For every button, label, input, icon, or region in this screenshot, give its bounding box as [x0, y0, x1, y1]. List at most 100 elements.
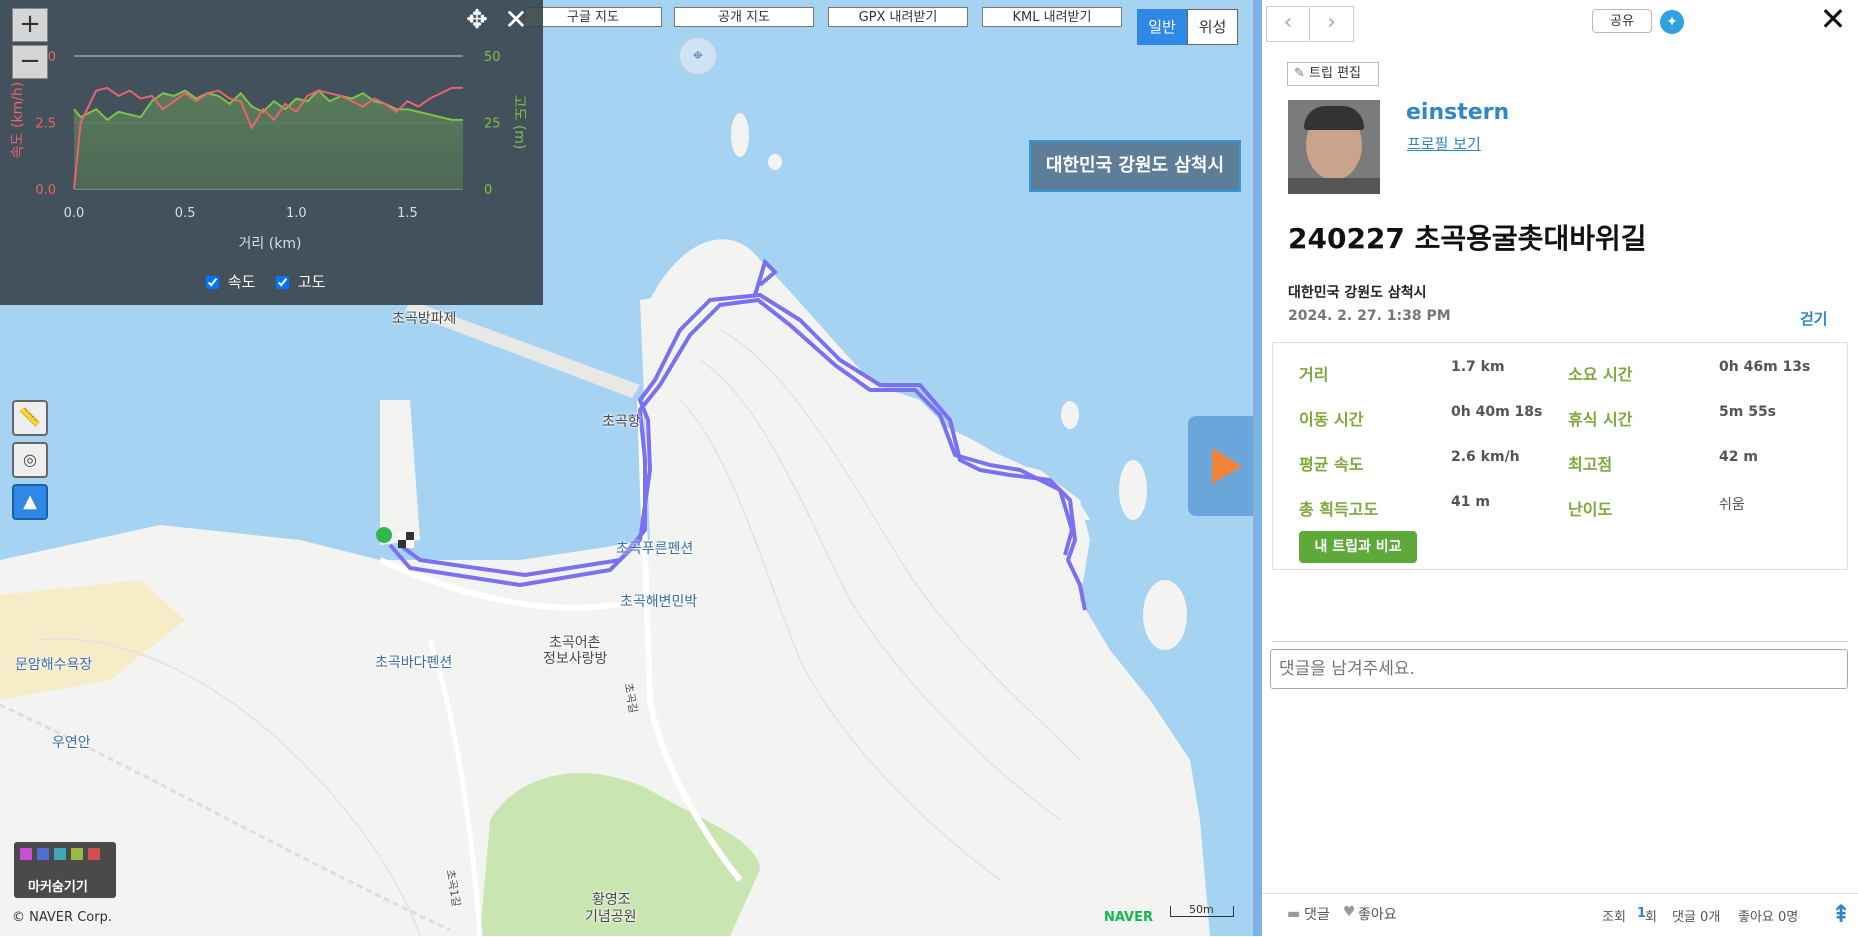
stat-duration-label: 소요 시간: [1568, 365, 1633, 384]
panel-toggle-button[interactable]: [1188, 416, 1256, 516]
compare-trip-button[interactable]: 내 트립과 비교: [1299, 531, 1417, 563]
map-copyright: © NAVER Corp.: [12, 910, 112, 925]
google-map-button[interactable]: 구글 지도: [524, 7, 662, 27]
y-right-tick-label: 0: [484, 183, 492, 198]
legend-speed[interactable]: 속도: [206, 271, 255, 292]
elevation-chart-toggle-button[interactable]: ▲: [12, 484, 48, 520]
stat-duration-value: 0h 46m 13s: [1719, 359, 1811, 375]
x-tick-label: 1.5: [397, 206, 418, 221]
x-axis-label: 거리 (km): [239, 236, 302, 252]
poi-label: 정보사랑방: [543, 651, 608, 667]
pencil-icon: ✎: [1294, 66, 1305, 81]
views-unit: 회: [1645, 910, 1657, 925]
locate-icon[interactable]: ⌖: [679, 37, 717, 75]
comment-input[interactable]: [1270, 649, 1848, 689]
move-icon[interactable]: ✥: [461, 4, 493, 36]
likes-count: 좋아요 0명: [1738, 910, 1799, 925]
next-trip-button[interactable]: ›: [1310, 6, 1354, 42]
kml-download-button[interactable]: KML 내려받기: [982, 7, 1122, 27]
play-icon: [1212, 448, 1242, 484]
ruler-tool-button[interactable]: 📏: [12, 400, 48, 436]
poi-label: 문암해수욕장: [15, 657, 93, 673]
close-icon[interactable]: ✕: [1816, 2, 1850, 36]
y-right-tick-label: 25: [484, 117, 501, 132]
scale-bar: 50m: [1170, 903, 1234, 917]
stat-distance-value: 1.7 km: [1451, 359, 1505, 375]
edit-trip-label: 트립 편집: [1309, 66, 1362, 81]
area-tool-button[interactable]: ◎: [12, 442, 48, 478]
stat-elevation-gain-value: 41 m: [1451, 494, 1490, 510]
area-icon: ◎: [23, 450, 37, 469]
elevation-chart-panel: 5.02.50.0502500.00.51.01.5 속도 (km/h) 고도 …: [0, 0, 543, 305]
zoom-out-button[interactable]: −: [12, 45, 48, 79]
legend-speed-label: 속도: [227, 273, 256, 291]
profile-link[interactable]: 프로필 보기: [1407, 133, 1481, 154]
poi-label: 초곡푸른펜션: [616, 541, 694, 557]
ruler-icon: 📏: [18, 407, 42, 428]
region-label: 대한민국 강원도 삼척시: [1029, 140, 1241, 192]
marker-hide-label: 마커숨기기: [28, 880, 88, 895]
mountain-icon: ▲: [23, 491, 37, 512]
trip-title: 240227 초곡용굴촛대바위길: [1288, 222, 1647, 255]
divider-line: [1272, 641, 1848, 642]
naver-logo: NAVER: [1104, 910, 1154, 925]
poi-label: 기념공원: [585, 909, 637, 925]
edit-trip-button[interactable]: ✎ 트립 편집: [1287, 62, 1379, 86]
close-chart-icon[interactable]: ✕: [500, 4, 532, 36]
panel-divider[interactable]: [1253, 0, 1262, 936]
trip-datetime: 2024. 2. 27. 1:38 PM: [1288, 308, 1451, 324]
poi-label: 초곡항: [602, 414, 641, 430]
stat-elevation-gain-label: 총 획득고도: [1299, 500, 1379, 519]
marker-icons: [20, 848, 100, 860]
chevron-right-icon: ›: [1327, 10, 1336, 35]
y-left-tick-label: 0.0: [35, 183, 56, 198]
start-marker: [376, 527, 392, 543]
heart-icon[interactable]: ♥: [1343, 904, 1356, 920]
stat-rest-time-label: 휴식 시간: [1568, 410, 1633, 429]
poi-label: 초곡해변민박: [620, 594, 698, 610]
stat-max-elevation-value: 42 m: [1719, 449, 1758, 465]
stats-box: 거리 1.7 km 소요 시간 0h 46m 13s 이동 시간 0h 40m …: [1272, 342, 1848, 570]
legend-elevation[interactable]: 고도: [276, 271, 325, 292]
public-map-button[interactable]: 공개 지도: [674, 7, 814, 27]
poi-label: 초곡방파제: [392, 311, 457, 327]
elevation-speed-chart: 5.02.50.0502500.00.51.01.5 속도 (km/h) 고도 …: [10, 50, 527, 252]
username[interactable]: einstern: [1406, 100, 1509, 125]
x-tick-label: 0.5: [175, 206, 196, 221]
gpx-download-button[interactable]: GPX 내려받기: [828, 7, 968, 27]
trip-detail-panel: ‹ › 공유 ✦ ✕ ✎ 트립 편집 einstern 프로필 보기 24022…: [1262, 0, 1858, 936]
poi-label: 우연안: [52, 735, 91, 751]
legend-elevation-label: 고도: [297, 273, 326, 291]
map-type-normal-button[interactable]: 일반: [1137, 9, 1187, 45]
footer-bar: ▬ 댓글 ♥ 좋아요 조회 1 회 댓글 0개 좋아요 0명 ⇞: [1262, 893, 1858, 937]
stat-avg-speed-label: 평균 속도: [1299, 455, 1364, 474]
x-tick-label: 1.0: [286, 206, 307, 221]
prev-trip-button[interactable]: ‹: [1266, 6, 1310, 42]
stat-distance-label: 거리: [1299, 365, 1329, 384]
y-axis-right-label: 고도 (m): [511, 95, 527, 150]
comment-icon[interactable]: ▬: [1287, 906, 1300, 922]
stat-difficulty-label: 난이도: [1568, 500, 1613, 519]
scale-label: 50m: [1189, 903, 1214, 916]
map-type-satellite-button[interactable]: 위성: [1187, 9, 1238, 45]
scroll-top-icon[interactable]: ⇞: [1828, 900, 1854, 928]
y-left-tick-label: 2.5: [35, 117, 56, 132]
marker-hide-control[interactable]: 마커숨기기: [14, 842, 116, 898]
activity-type[interactable]: 걷기: [1800, 308, 1828, 329]
footer-comment-link[interactable]: 댓글: [1304, 904, 1330, 924]
avatar[interactable]: [1288, 100, 1380, 194]
speed-checkbox[interactable]: [206, 276, 219, 289]
stat-moving-time-value: 0h 40m 18s: [1451, 404, 1543, 420]
chevron-left-icon: ‹: [1283, 10, 1293, 35]
zoom-in-button[interactable]: +: [12, 8, 48, 42]
x-tick-label: 0.0: [64, 206, 85, 221]
stat-avg-speed-value: 2.6 km/h: [1451, 449, 1520, 465]
footer-like-link[interactable]: 좋아요: [1358, 904, 1397, 924]
stat-max-elevation-label: 최고점: [1568, 455, 1613, 474]
map-view[interactable]: 초곡방파제 초곡항 초곡푸른펜션 초곡해변민박 초곡어촌 정보사랑방 초곡바다펜…: [0, 0, 1256, 936]
share-button[interactable]: 공유: [1592, 9, 1652, 33]
y-right-tick-label: 50: [484, 50, 501, 65]
elevation-checkbox[interactable]: [276, 276, 289, 289]
twitter-icon[interactable]: ✦: [1660, 10, 1684, 34]
stat-difficulty-value: 쉬움: [1719, 497, 1745, 513]
